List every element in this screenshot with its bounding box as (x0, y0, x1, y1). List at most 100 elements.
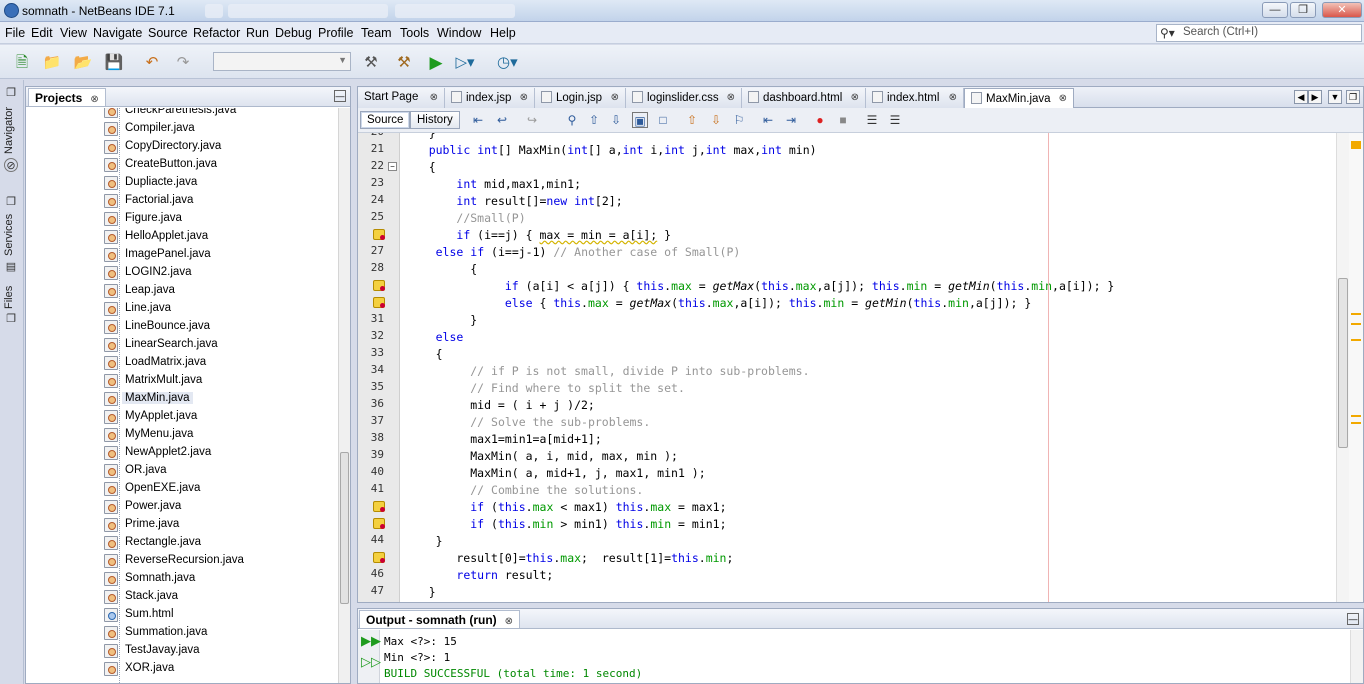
close-icon[interactable]: ⊗ (727, 92, 735, 103)
previous-bookmark-icon[interactable]: ⇧ (684, 112, 700, 128)
minimize-button[interactable]: — (1262, 2, 1288, 18)
tree-file-item[interactable]: CreateButton.java (104, 156, 334, 174)
run-configuration-select[interactable]: ▼ (213, 52, 351, 71)
tree-file-item[interactable]: HelloApplet.java (104, 228, 334, 246)
menu-file[interactable]: File (5, 26, 25, 40)
find-next-icon[interactable]: ⇩ (608, 112, 624, 128)
new-project-icon[interactable]: 📁 (42, 53, 62, 73)
minimize-panel-button[interactable]: — (1347, 613, 1359, 625)
rerun-with-params-icon[interactable]: ▷▷ (361, 654, 381, 670)
maximize-button[interactable]: ❐ (1290, 2, 1316, 18)
tree-file-item[interactable]: LineBounce.java (104, 318, 334, 336)
menu-profile[interactable]: Profile (318, 26, 353, 40)
tree-file-item[interactable]: Factorial.java (104, 192, 334, 210)
close-icon[interactable]: ⊗ (1059, 93, 1067, 104)
last-edit-icon[interactable]: ⇤ (470, 112, 486, 128)
tree-file-item[interactable]: MyApplet.java (104, 408, 334, 426)
tree-file-item[interactable]: OR.java (104, 462, 334, 480)
scroll-tabs-left-icon[interactable]: ◀ (1294, 90, 1308, 104)
rerun-icon[interactable]: ▶▶ (361, 633, 381, 649)
tree-file-item[interactable]: NewApplet2.java (104, 444, 334, 462)
warning-hint-icon[interactable] (373, 297, 385, 308)
tab-index-jsp[interactable]: index.jsp ⊗ (445, 88, 535, 108)
tree-file-item[interactable]: LinearSearch.java (104, 336, 334, 354)
new-file-icon[interactable]: 🗎 (12, 53, 32, 73)
tree-file-item[interactable]: MatrixMult.java (104, 372, 334, 390)
close-window-button[interactable]: ✕ (1322, 2, 1362, 18)
tree-file-item[interactable]: Rectangle.java (104, 534, 334, 552)
menu-debug[interactable]: Debug (275, 26, 312, 40)
start-macro-recording-icon[interactable]: ● (812, 112, 828, 128)
restore-window-icon[interactable]: ❐ (4, 195, 18, 209)
menu-edit[interactable]: Edit (31, 26, 53, 40)
warning-mark[interactable] (1351, 323, 1361, 325)
tree-file-item[interactable]: Dupliacte.java (104, 174, 334, 192)
tree-file-item[interactable]: Compiler.java (104, 120, 334, 138)
menu-view[interactable]: View (60, 26, 87, 40)
tree-file-item[interactable]: Summation.java (104, 624, 334, 642)
warning-mark[interactable] (1351, 339, 1361, 341)
next-bookmark-icon[interactable]: ⇩ (708, 112, 724, 128)
menu-run[interactable]: Run (246, 26, 269, 40)
close-icon[interactable]: ⊗ (949, 92, 957, 103)
debug-icon[interactable]: ▷▾ (455, 53, 475, 73)
menu-tools[interactable]: Tools (400, 26, 429, 40)
warning-hint-icon[interactable] (373, 280, 385, 291)
output-tab[interactable]: Output - somnath (run) ⊗ (359, 610, 521, 628)
scroll-tabs-right-icon[interactable]: ▶ (1308, 90, 1322, 104)
redo-icon[interactable]: ↷ (173, 53, 193, 73)
tree-file-item[interactable]: Stack.java (104, 588, 334, 606)
tree-file-item[interactable]: Power.java (104, 498, 334, 516)
tab-maxmin-java[interactable]: MaxMin.java ⊗ (964, 88, 1074, 108)
tree-file-item[interactable]: Sum.html (104, 606, 334, 624)
tree-file-item[interactable]: Prime.java (104, 516, 334, 534)
tree-file-item[interactable]: Somnath.java (104, 570, 334, 588)
tab-dashboard-html[interactable]: dashboard.html ⊗ (742, 88, 866, 108)
shift-right-icon[interactable]: ⇥ (783, 112, 799, 128)
scrollbar-thumb[interactable] (340, 452, 349, 604)
tree-file-item[interactable]: CheckParethesis.java (104, 108, 334, 120)
toggle-highlight-icon[interactable]: ▣ (632, 112, 648, 128)
warning-hint-icon[interactable] (373, 518, 385, 529)
files-tab[interactable]: Files (3, 286, 15, 309)
comment-icon[interactable]: ☰ (864, 112, 880, 128)
warning-hint-icon[interactable] (373, 552, 385, 563)
tree-file-item[interactable]: LOGIN2.java (104, 264, 334, 282)
tree-file-item[interactable]: ImagePanel.java (104, 246, 334, 264)
warning-mark[interactable] (1351, 415, 1361, 417)
stop-macro-recording-icon[interactable]: ■ (835, 112, 851, 128)
warning-hint-icon[interactable] (373, 501, 385, 512)
projects-tab[interactable]: Projects ⊗ (28, 88, 106, 106)
forward-icon[interactable]: ↪ (524, 112, 540, 128)
tree-file-item[interactable]: CopyDirectory.java (104, 138, 334, 156)
close-icon[interactable]: ⊗ (611, 92, 619, 103)
toggle-bookmark-icon[interactable]: ⚐ (731, 112, 747, 128)
fold-toggle-icon[interactable]: − (388, 162, 397, 171)
back-icon[interactable]: ↩ (494, 112, 510, 128)
tab-index-html[interactable]: index.html ⊗ (866, 88, 964, 108)
projects-scrollbar[interactable] (338, 108, 350, 683)
tree-file-item[interactable]: TestJavay.java (104, 642, 334, 660)
close-icon[interactable]: ⊗ (505, 616, 513, 627)
profile-icon[interactable]: ◷▾ (497, 53, 518, 73)
code-area[interactable]: } public int[] MaxMin(int[] a,int i,int … (401, 133, 1336, 602)
tab-start-page[interactable]: Start Page ⊗ (358, 88, 445, 108)
scrollbar-thumb[interactable] (1338, 278, 1348, 448)
tree-file-item[interactable]: OpenEXE.java (104, 480, 334, 498)
services-tab[interactable]: Services (3, 214, 15, 256)
tree-file-item[interactable]: XOR.java (104, 660, 334, 678)
close-icon[interactable]: ⊗ (90, 94, 98, 105)
tree-file-item[interactable]: MyMenu.java (104, 426, 334, 444)
editor-scrollbar[interactable] (1336, 133, 1349, 602)
close-icon[interactable]: ⊗ (430, 92, 438, 103)
menu-source[interactable]: Source (148, 26, 188, 40)
menu-team[interactable]: Team (361, 26, 392, 40)
uncomment-icon[interactable]: ☰ (887, 112, 903, 128)
minimize-panel-button[interactable]: — (334, 90, 346, 102)
build-icon[interactable]: ⚒ (361, 53, 381, 73)
tree-file-item[interactable]: Figure.java (104, 210, 334, 228)
open-project-icon[interactable]: 📂 (73, 53, 93, 73)
tree-file-item-selected[interactable]: MaxMin.java (104, 390, 334, 408)
find-previous-icon[interactable]: ⇧ (586, 112, 602, 128)
warning-mark[interactable] (1351, 313, 1361, 315)
